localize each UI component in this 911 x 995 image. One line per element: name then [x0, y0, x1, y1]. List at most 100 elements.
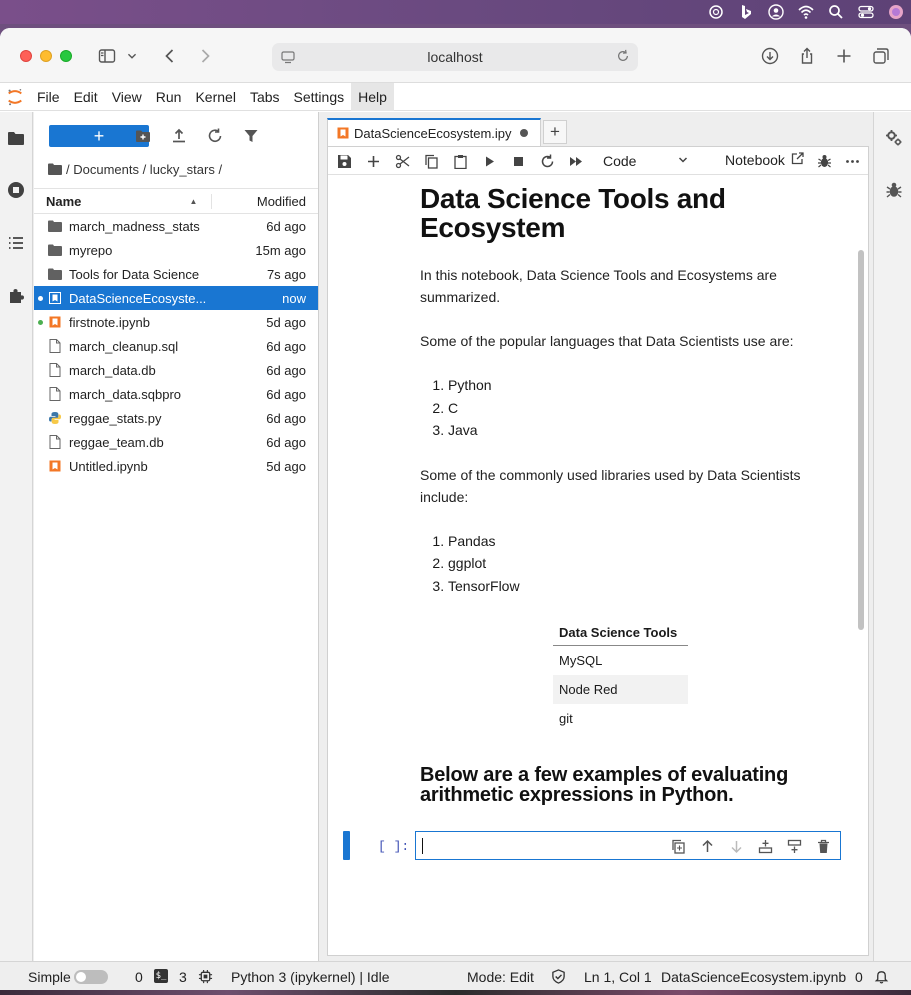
file-browser-folder-icon[interactable] — [5, 127, 27, 149]
menu-view[interactable]: View — [105, 83, 149, 111]
file-name: march_data.sqbpro — [69, 386, 182, 402]
code-editor-input[interactable] — [415, 831, 841, 860]
table-row: git — [553, 704, 688, 733]
new-folder-icon[interactable] — [133, 126, 153, 146]
back-icon[interactable] — [158, 45, 182, 67]
address-bar[interactable]: localhost — [272, 43, 638, 71]
extension-manager-puzzle-icon[interactable] — [5, 285, 27, 307]
user-account-icon[interactable] — [767, 4, 785, 20]
tab-overview-icon[interactable] — [869, 45, 893, 67]
file-row[interactable]: march_cleanup.sql 6d ago — [34, 334, 318, 358]
control-center-icon[interactable] — [857, 4, 875, 20]
zoom-window-button[interactable] — [60, 50, 72, 62]
scrollbar-thumb[interactable] — [858, 250, 864, 630]
move-up-icon[interactable] — [698, 837, 716, 855]
property-inspector-gears-icon[interactable] — [884, 128, 904, 148]
libraries-list: Pandas ggplot TensorFlow — [420, 530, 840, 598]
insert-above-icon[interactable] — [756, 837, 774, 855]
cut-icon[interactable] — [393, 152, 411, 170]
wifi-icon[interactable] — [797, 4, 815, 20]
reload-icon[interactable] — [616, 49, 630, 63]
file-row[interactable]: march_madness_stats 6d ago — [34, 214, 318, 238]
forward-icon[interactable] — [193, 45, 217, 67]
menu-settings[interactable]: Settings — [287, 83, 352, 111]
markdown-cell[interactable]: Data Science Tools and Ecosystem In this… — [420, 176, 840, 805]
menu-kernel[interactable]: Kernel — [188, 83, 242, 111]
filter-icon[interactable] — [241, 126, 261, 146]
kernel-status[interactable]: Python 3 (ipykernel) | Idle — [231, 969, 390, 985]
chevron-down-icon[interactable] — [124, 45, 140, 67]
run-cell-icon[interactable] — [480, 152, 498, 170]
debugger-bug-icon[interactable] — [884, 180, 904, 200]
active-cell-marker[interactable] — [343, 831, 350, 860]
sidebar-toggle-icon[interactable] — [95, 45, 119, 67]
breadcrumb-path[interactable]: / Documents / lucky_stars / — [66, 162, 222, 177]
menu-run[interactable]: Run — [149, 83, 189, 111]
delete-cell-icon[interactable] — [814, 837, 832, 855]
file-row[interactable]: DataScienceEcosyste... now — [34, 286, 318, 310]
cell-type-value: Code — [603, 153, 637, 169]
interrupt-kernel-icon[interactable] — [509, 152, 527, 170]
file-row[interactable]: march_data.db 6d ago — [34, 358, 318, 382]
kernel-chip-icon[interactable] — [197, 968, 213, 984]
file-row[interactable]: myrepo 15m ago — [34, 238, 318, 262]
simple-mode-toggle[interactable] — [74, 970, 108, 984]
more-options-icon[interactable] — [843, 152, 861, 170]
minimize-window-button[interactable] — [40, 50, 52, 62]
modified-column-header[interactable]: Modified — [211, 193, 318, 209]
file-row[interactable]: reggae_stats.py 6d ago — [34, 406, 318, 430]
menu-edit[interactable]: Edit — [67, 83, 105, 111]
upload-icon[interactable] — [169, 126, 189, 146]
list-item: TensorFlow — [448, 575, 840, 598]
table-cell: Node Red — [553, 675, 688, 704]
file-row[interactable]: Untitled.ipynb 5d ago — [34, 454, 318, 478]
move-down-icon[interactable] — [727, 837, 745, 855]
restart-run-all-icon[interactable] — [567, 152, 585, 170]
insert-cell-icon[interactable] — [364, 152, 382, 170]
paste-icon[interactable] — [451, 152, 469, 170]
refresh-icon[interactable] — [205, 126, 225, 146]
cursor-position[interactable]: Ln 1, Col 1 — [584, 969, 652, 985]
menu-file[interactable]: File — [30, 83, 67, 111]
notification-count[interactable]: 0 — [855, 969, 863, 985]
downloads-icon[interactable] — [758, 45, 782, 67]
cell-type-select[interactable]: Code — [603, 151, 691, 171]
file-row[interactable]: reggae_team.db 6d ago — [34, 430, 318, 454]
debugger-bug-icon[interactable] — [815, 152, 833, 170]
open-in-notebook-button[interactable]: Notebook — [725, 152, 804, 168]
tab-datascienceecosystem[interactable]: DataScienceEcosystem.ipy — [327, 118, 541, 146]
text-cursor — [422, 838, 423, 854]
restart-kernel-icon[interactable] — [538, 152, 556, 170]
new-tab-icon[interactable] — [832, 45, 856, 67]
terminals-count[interactable]: 0 — [135, 969, 143, 985]
intro-paragraph: In this notebook, Data Science Tools and… — [420, 267, 777, 305]
bing-icon[interactable] — [737, 4, 755, 20]
notebook-scrollbar[interactable] — [856, 176, 866, 956]
add-tab-button[interactable]: + — [543, 120, 567, 144]
duplicate-cell-icon[interactable] — [669, 837, 687, 855]
file-row[interactable]: march_data.sqbpro 6d ago — [34, 382, 318, 406]
file-row[interactable]: Tools for Data Science 7s ago — [34, 262, 318, 286]
siri-icon[interactable] — [887, 4, 905, 20]
menu-tabs[interactable]: Tabs — [243, 83, 287, 111]
file-row[interactable]: firstnote.ipynb 5d ago — [34, 310, 318, 334]
trusted-shield-check-icon[interactable] — [550, 968, 566, 984]
spotlight-search-icon[interactable] — [827, 4, 845, 20]
name-column-header[interactable]: Name ▲ — [34, 194, 211, 209]
unsaved-changes-dot-icon[interactable] — [519, 129, 528, 137]
chatgpt-icon[interactable] — [707, 4, 725, 20]
table-of-contents-icon[interactable] — [5, 232, 27, 254]
notification-bell-icon[interactable] — [873, 968, 889, 984]
menu-help[interactable]: Help — [351, 82, 394, 111]
running-sessions-icon[interactable] — [5, 179, 27, 201]
folder-icon[interactable] — [48, 163, 62, 175]
save-icon[interactable] — [335, 152, 353, 170]
running-indicator-dot-icon — [38, 320, 43, 325]
list-item: Pandas — [448, 530, 840, 553]
close-window-button[interactable] — [20, 50, 32, 62]
kernels-count[interactable]: 3 — [179, 969, 187, 985]
share-icon[interactable] — [795, 45, 819, 67]
insert-below-icon[interactable] — [785, 837, 803, 855]
copy-icon[interactable] — [422, 152, 440, 170]
terminal-icon[interactable]: $_ — [154, 969, 168, 983]
